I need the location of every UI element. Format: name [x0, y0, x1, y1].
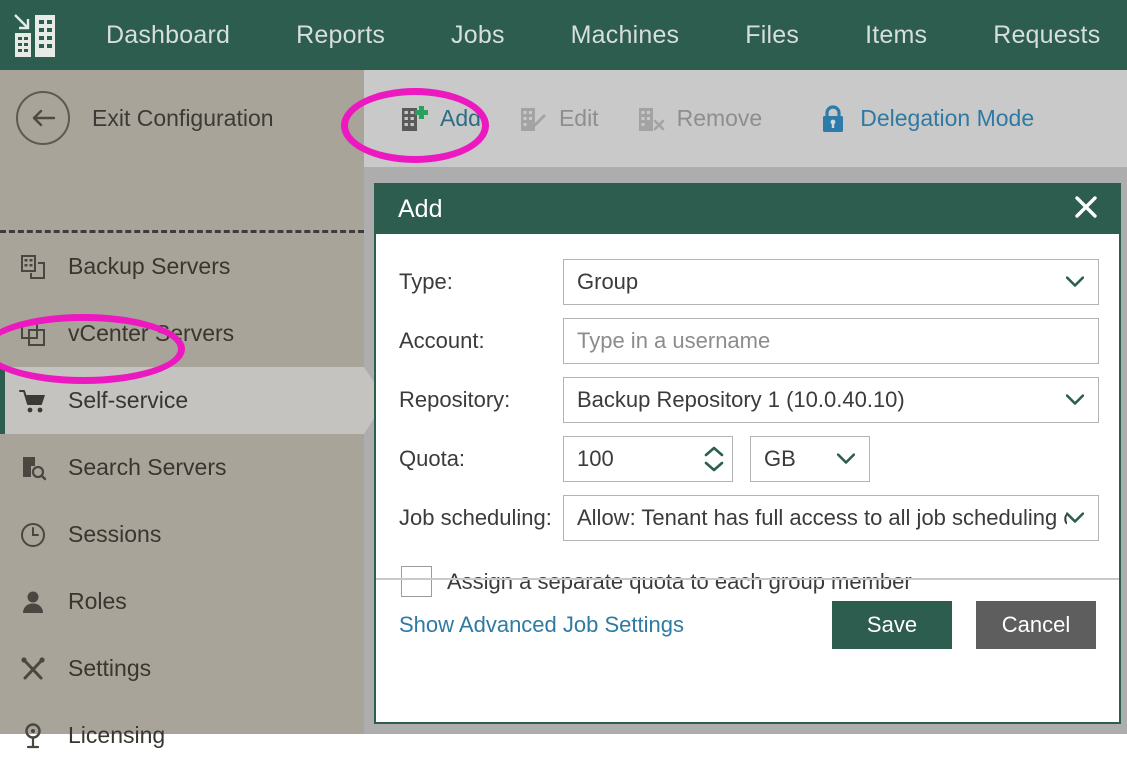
delegation-mode-label: Delegation Mode: [860, 105, 1035, 131]
account-label: Account:: [399, 328, 485, 353]
field-row-repository: Repository: Backup Repository 1 (10.0.40…: [376, 376, 1119, 424]
backup-server-icon: [16, 253, 50, 281]
nav-item-files[interactable]: Files: [712, 0, 832, 70]
show-advanced-job-settings-link[interactable]: Show Advanced Job Settings: [399, 612, 684, 638]
chevron-down-icon: [1066, 276, 1084, 287]
exit-configuration-button[interactable]: Exit Configuration: [0, 70, 364, 166]
type-label: Type:: [399, 269, 453, 294]
dialog-action-buttons: Save Cancel: [832, 601, 1096, 649]
building-pencil-icon: [515, 102, 549, 136]
add-button[interactable]: Add: [388, 95, 489, 143]
add-button-label: Add: [440, 105, 481, 131]
type-value: Group: [577, 269, 639, 294]
building-plus-icon: [396, 102, 430, 136]
sidebar-label: vCenter Servers: [68, 320, 235, 346]
cancel-button[interactable]: Cancel: [976, 601, 1096, 649]
field-row-account: Account: Type in a username: [376, 317, 1119, 365]
quota-stepper[interactable]: 100: [563, 436, 733, 482]
sidebar-item-vcenter-servers[interactable]: vCenter Servers: [0, 300, 364, 367]
search-server-icon: [16, 454, 50, 482]
sidebar-item-search-servers[interactable]: Search Servers: [0, 434, 364, 501]
chevron-down-icon[interactable]: [704, 461, 724, 472]
tools-icon: [16, 655, 50, 683]
nav-item-reports[interactable]: Reports: [263, 0, 418, 70]
edit-button[interactable]: Edit: [507, 95, 607, 143]
sidebar-item-sessions[interactable]: Sessions: [0, 501, 364, 568]
job-scheduling-dropdown[interactable]: Allow: Tenant has full access to all job…: [563, 495, 1099, 541]
repository-value: Backup Repository 1 (10.0.40.10): [577, 387, 905, 412]
sidebar-label: Sessions: [68, 521, 162, 547]
account-placeholder: Type in a username: [577, 328, 771, 353]
nav-item-machines[interactable]: Machines: [538, 0, 713, 70]
building-remove-icon: [633, 102, 667, 136]
sidebar-item-self-service[interactable]: Self-service: [0, 367, 386, 434]
remove-button[interactable]: Remove: [625, 95, 771, 143]
chevron-down-icon: [1066, 394, 1084, 405]
sidebar-item-backup-servers[interactable]: Backup Servers: [0, 233, 364, 300]
back-arrow-circle-icon: [16, 91, 70, 145]
lock-icon: [816, 102, 850, 136]
sidebar-label: Licensing: [68, 722, 166, 748]
sidebar-label: Self-service: [68, 387, 189, 413]
shopping-cart-icon: [16, 387, 50, 415]
repository-dropdown[interactable]: Backup Repository 1 (10.0.40.10): [563, 377, 1099, 423]
account-input[interactable]: Type in a username: [563, 318, 1099, 364]
quota-spinner-arrows[interactable]: [704, 446, 724, 472]
remove-button-label: Remove: [676, 105, 763, 131]
app-logo[interactable]: [0, 0, 70, 70]
job-scheduling-value: Allow: Tenant has full access to all job…: [577, 505, 1067, 530]
sidebar-item-roles[interactable]: Roles: [0, 568, 364, 635]
dialog-body: Type: Group Account: Type in a username …: [376, 258, 1119, 670]
dialog-title: Add: [398, 195, 443, 223]
delegation-mode-button[interactable]: Delegation Mode: [808, 95, 1042, 143]
datacenter-building-icon: [14, 14, 55, 57]
quota-label: Quota:: [399, 446, 466, 471]
quota-value: 100: [577, 446, 614, 471]
chevron-down-icon: [837, 453, 855, 464]
clock-icon: [16, 521, 50, 549]
type-dropdown[interactable]: Group: [563, 259, 1099, 305]
field-row-type: Type: Group: [376, 258, 1119, 306]
configuration-sidebar: Exit Configuration Backup Servers vCente…: [0, 70, 386, 748]
quota-unit-value: GB: [764, 446, 796, 471]
nav-item-dashboard[interactable]: Dashboard: [70, 0, 263, 70]
sidebar-item-licensing[interactable]: Licensing: [0, 702, 364, 769]
action-toolbar: Add Edit Remove Delegation Mode: [364, 70, 1127, 167]
save-button[interactable]: Save: [832, 601, 952, 649]
user-icon: [16, 588, 50, 616]
job-scheduling-label: Job scheduling:: [399, 505, 552, 530]
exit-configuration-label: Exit Configuration: [92, 104, 274, 131]
selection-indicator: [0, 367, 5, 434]
edit-button-label: Edit: [558, 105, 599, 131]
sidebar-item-list: Backup Servers vCenter Servers Self-serv…: [0, 233, 386, 769]
top-navigation-bar: Dashboard Reports Jobs Machines Files It…: [0, 0, 1127, 70]
nav-item-requests[interactable]: Requests: [960, 0, 1127, 70]
dialog-footer: Show Advanced Job Settings Save Cancel: [376, 578, 1119, 670]
add-dialog: Add Type: Group Account: Type in a usern…: [374, 183, 1121, 724]
award-medal-icon: [16, 722, 50, 750]
quota-unit-dropdown[interactable]: GB: [750, 436, 870, 482]
top-nav-items: Dashboard Reports Jobs Machines Files It…: [70, 0, 1127, 70]
chevron-down-icon: [1066, 512, 1084, 523]
sidebar-label: Roles: [68, 588, 127, 614]
repository-label: Repository:: [399, 387, 511, 412]
chevron-up-icon[interactable]: [704, 446, 724, 457]
sidebar-label: Settings: [68, 655, 152, 681]
nav-item-jobs[interactable]: Jobs: [418, 0, 538, 70]
field-row-job-scheduling: Job scheduling: Allow: Tenant has full a…: [376, 494, 1119, 542]
close-icon[interactable]: [1073, 194, 1099, 226]
sidebar-label: Backup Servers: [68, 253, 231, 279]
nav-item-items[interactable]: Items: [832, 0, 960, 70]
vcenter-server-icon: [16, 320, 50, 348]
sidebar-label: Search Servers: [68, 454, 227, 480]
sidebar-item-settings[interactable]: Settings: [0, 635, 364, 702]
dialog-title-bar: Add: [376, 185, 1119, 234]
field-row-quota: Quota: 100 GB: [376, 435, 1119, 483]
